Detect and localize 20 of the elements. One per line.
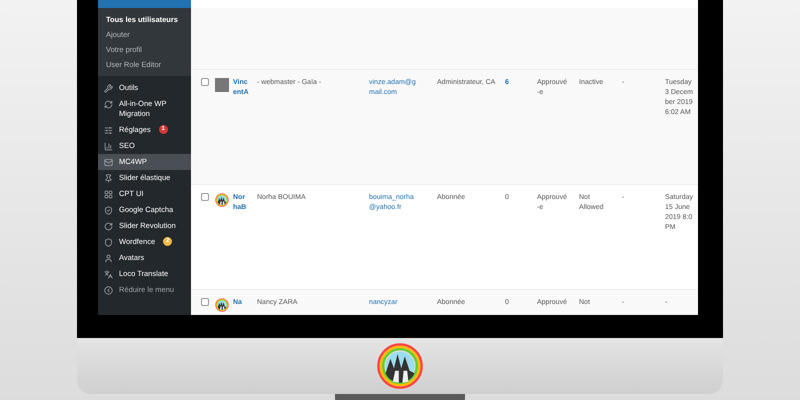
hiker-rainbow-logo <box>376 342 424 390</box>
rotate-icon <box>104 222 113 231</box>
grid-icon <box>104 190 113 199</box>
mail-icon <box>104 158 113 167</box>
avatar-logo <box>215 298 229 312</box>
sync-icon <box>104 100 113 109</box>
row-checkbox[interactable] <box>201 193 209 201</box>
row-checkbox[interactable] <box>201 78 209 86</box>
captcha-icon <box>104 206 113 215</box>
row-checkbox[interactable] <box>201 298 209 306</box>
seo-icon <box>104 142 113 151</box>
translate-icon <box>104 270 113 279</box>
wrench-icon <box>104 84 113 93</box>
sliders-icon <box>104 126 113 135</box>
pin-icon <box>104 174 113 183</box>
collapse-icon <box>104 286 113 295</box>
avatar-photo-placeholder <box>215 78 229 92</box>
avatar-logo <box>215 193 229 207</box>
shield-icon <box>104 238 113 247</box>
user-icon <box>104 254 113 263</box>
